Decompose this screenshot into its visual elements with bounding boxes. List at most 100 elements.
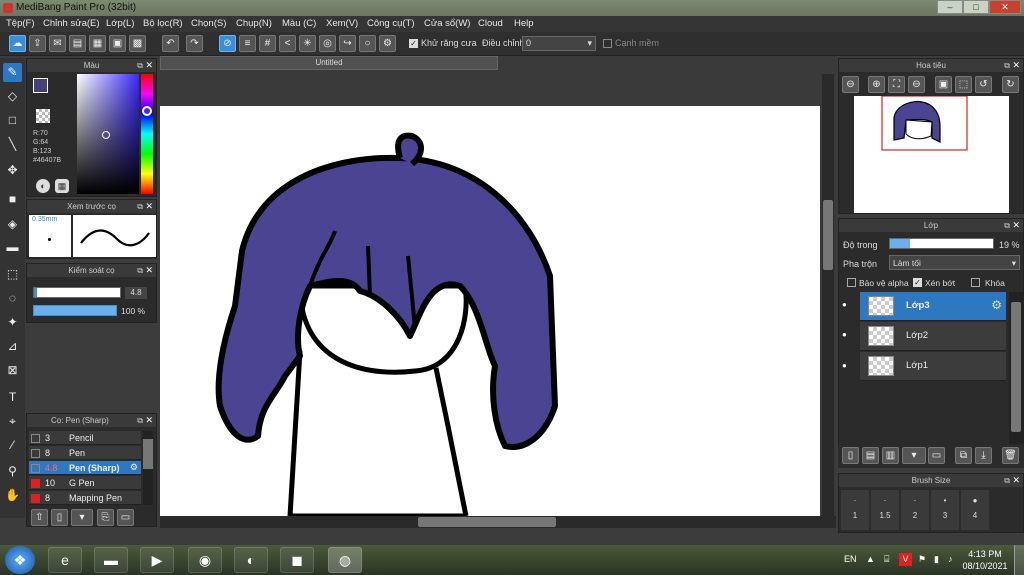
menu-file[interactable]: Tệp(F) [6,18,35,29]
close-button[interactable]: ✕ [989,0,1021,14]
line-tool-icon[interactable]: ╲ [3,135,22,154]
bucket-tool-icon[interactable]: ◈ [3,215,22,234]
move-tool-icon[interactable]: ✥ [3,161,22,180]
eyedropper-tool-icon[interactable]: ⚲ [3,462,22,481]
layer-row-1[interactable]: Lớp1 [860,352,1006,381]
zoom-out-icon[interactable]: ⊖ [842,76,859,93]
transparent-swatch[interactable] [36,109,50,123]
dropper-tool-icon[interactable]: ⁄ [3,436,22,455]
eye-icon[interactable]: ● [842,300,847,309]
menu-layer[interactable]: Lớp(L) [106,18,134,29]
page-icon[interactable]: ▤ [69,35,86,52]
tray-v-icon[interactable]: V [899,553,912,566]
snap-off-icon[interactable]: ⊘ [219,35,236,52]
media-player-icon[interactable]: ▶ [140,547,174,573]
cloud-icon[interactable]: ☁ [9,35,26,52]
menu-view[interactable]: Xem(V) [326,18,358,29]
layer-opacity-slider[interactable] [889,238,994,249]
hue-slider-handle[interactable] [142,106,152,116]
undo-icon[interactable]: ↶ [162,35,179,52]
close-icon[interactable]: ✕ [145,200,153,213]
navigator-thumbnail[interactable] [854,95,1009,213]
brush-item-pen-sharp[interactable]: 4.8 Pen (Sharp) ⚙ [29,461,141,475]
lasso-tool-icon[interactable]: ◌ [3,289,22,308]
smooth-checkbox[interactable] [603,39,612,48]
new-halftone-layer-icon[interactable]: ▤ [862,447,879,464]
adjust-input[interactable]: 0 ▾ [522,36,596,51]
tray-device-icon[interactable]: ⌸ [884,554,889,565]
start-icon[interactable]: ❖ [5,546,35,574]
snap-parallel-icon[interactable]: ≡ [239,35,256,52]
panel-tool-icon[interactable]: ⌖ [3,412,22,431]
brush-size-cell[interactable]: · 1 [841,490,869,530]
template-icon[interactable]: ▣ [109,35,126,52]
float-icon[interactable]: ⧉ [137,59,143,72]
chrome-icon[interactable]: ◉ [188,547,222,573]
clock-time[interactable]: 4:13 PM [965,549,1005,559]
eye-icon[interactable]: ● [842,330,847,339]
snap-radial-icon[interactable]: ✳ [299,35,316,52]
snap-vanish-icon[interactable]: < [279,35,296,52]
gradient-tool-icon[interactable]: ▬ [3,238,22,257]
file-explorer-icon[interactable]: ▬ [94,547,128,573]
canvas-vertical-scrollbar[interactable] [822,74,834,516]
protect-alpha-checkbox[interactable] [847,278,856,287]
drawing-canvas[interactable] [160,106,820,516]
hand-tool-icon[interactable]: ✋ [3,486,22,505]
brush-item-pen[interactable]: 8 Pen [29,446,141,460]
snap-ellipse-icon[interactable]: ○ [359,35,376,52]
add-brush-icon[interactable]: ⇧ [31,509,48,526]
hue-slider[interactable] [141,74,153,194]
redo-icon[interactable]: ↷ [186,35,203,52]
brush-menu-icon[interactable]: ▾ [71,509,93,526]
brush-size-cell[interactable]: • 3 [931,490,959,530]
float-icon[interactable]: ⧉ [1004,474,1010,487]
shape-tool-icon[interactable]: □ [3,111,22,130]
tray-arrow-icon[interactable]: ▲ [866,554,875,564]
actual-size-icon[interactable]: ▣ [935,76,952,93]
rotate-left-icon[interactable]: ↺ [975,76,992,93]
brush-list-scrollbar[interactable] [143,431,153,505]
close-icon[interactable]: ✕ [145,264,153,277]
comment-icon[interactable]: ✉ [49,35,66,52]
close-icon[interactable]: ✕ [1012,59,1020,72]
duplicate-layer-icon[interactable]: ⧉ [955,447,972,464]
brush-size-cell[interactable]: · 1.5 [871,490,899,530]
snap-curve-icon[interactable]: ↪ [339,35,356,52]
new-8bit-layer-icon[interactable]: ▥ [882,447,899,464]
share-icon[interactable]: ⇪ [29,35,46,52]
menu-color[interactable]: Màu (C) [282,18,316,29]
snap-settings-icon[interactable]: ⚙ [379,35,396,52]
select-eraser-tool-icon[interactable]: ⊠ [3,361,22,380]
brush-size-slider[interactable] [33,287,121,298]
rotate-right-icon[interactable]: ↻ [1002,76,1019,93]
folder-icon[interactable]: ▭ [117,509,134,526]
zoom-icon[interactable]: ◼ [280,547,314,573]
float-icon[interactable]: ⧉ [137,264,143,277]
minimize-button[interactable]: – [937,0,963,14]
brush-size-value[interactable]: 4.8 [125,287,147,299]
layer-row-2[interactable]: Lớp2 [860,322,1006,351]
medibang-icon[interactable]: ◍ [328,547,362,573]
magic-wand-tool-icon[interactable]: ✦ [3,313,22,332]
close-icon[interactable]: ✕ [145,59,153,72]
tray-flag-icon[interactable]: ⚑ [918,554,926,565]
brush-item-mapping-pen[interactable]: 8 Mapping Pen [29,491,141,505]
layers-scrollbar[interactable] [1009,292,1023,452]
clock-date[interactable]: 08/10/2021 [960,561,1010,571]
menu-filter[interactable]: Bộ lọc(R) [143,18,183,29]
volume-icon[interactable]: ♪ [948,554,953,564]
fit-icon[interactable]: ⛶ [888,76,905,93]
brush-size-cell[interactable]: · 2 [901,490,929,530]
gear-icon[interactable]: ⚙ [991,298,1002,312]
fit-window-icon[interactable]: ⬚ [955,76,972,93]
language-indicator[interactable]: EN [844,554,857,564]
select-pen-tool-icon[interactable]: ⊿ [3,337,22,356]
snap-circle-icon[interactable]: ◎ [319,35,336,52]
palette-icon[interactable]: ◐ [36,179,50,193]
network-icon[interactable]: ▮ [934,554,939,565]
menu-help[interactable]: Help [514,18,534,29]
float-icon[interactable]: ⧉ [137,200,143,213]
brush-size-cell[interactable]: ● 4 [961,490,989,530]
brush-tool-icon[interactable]: ✎ [3,63,22,82]
